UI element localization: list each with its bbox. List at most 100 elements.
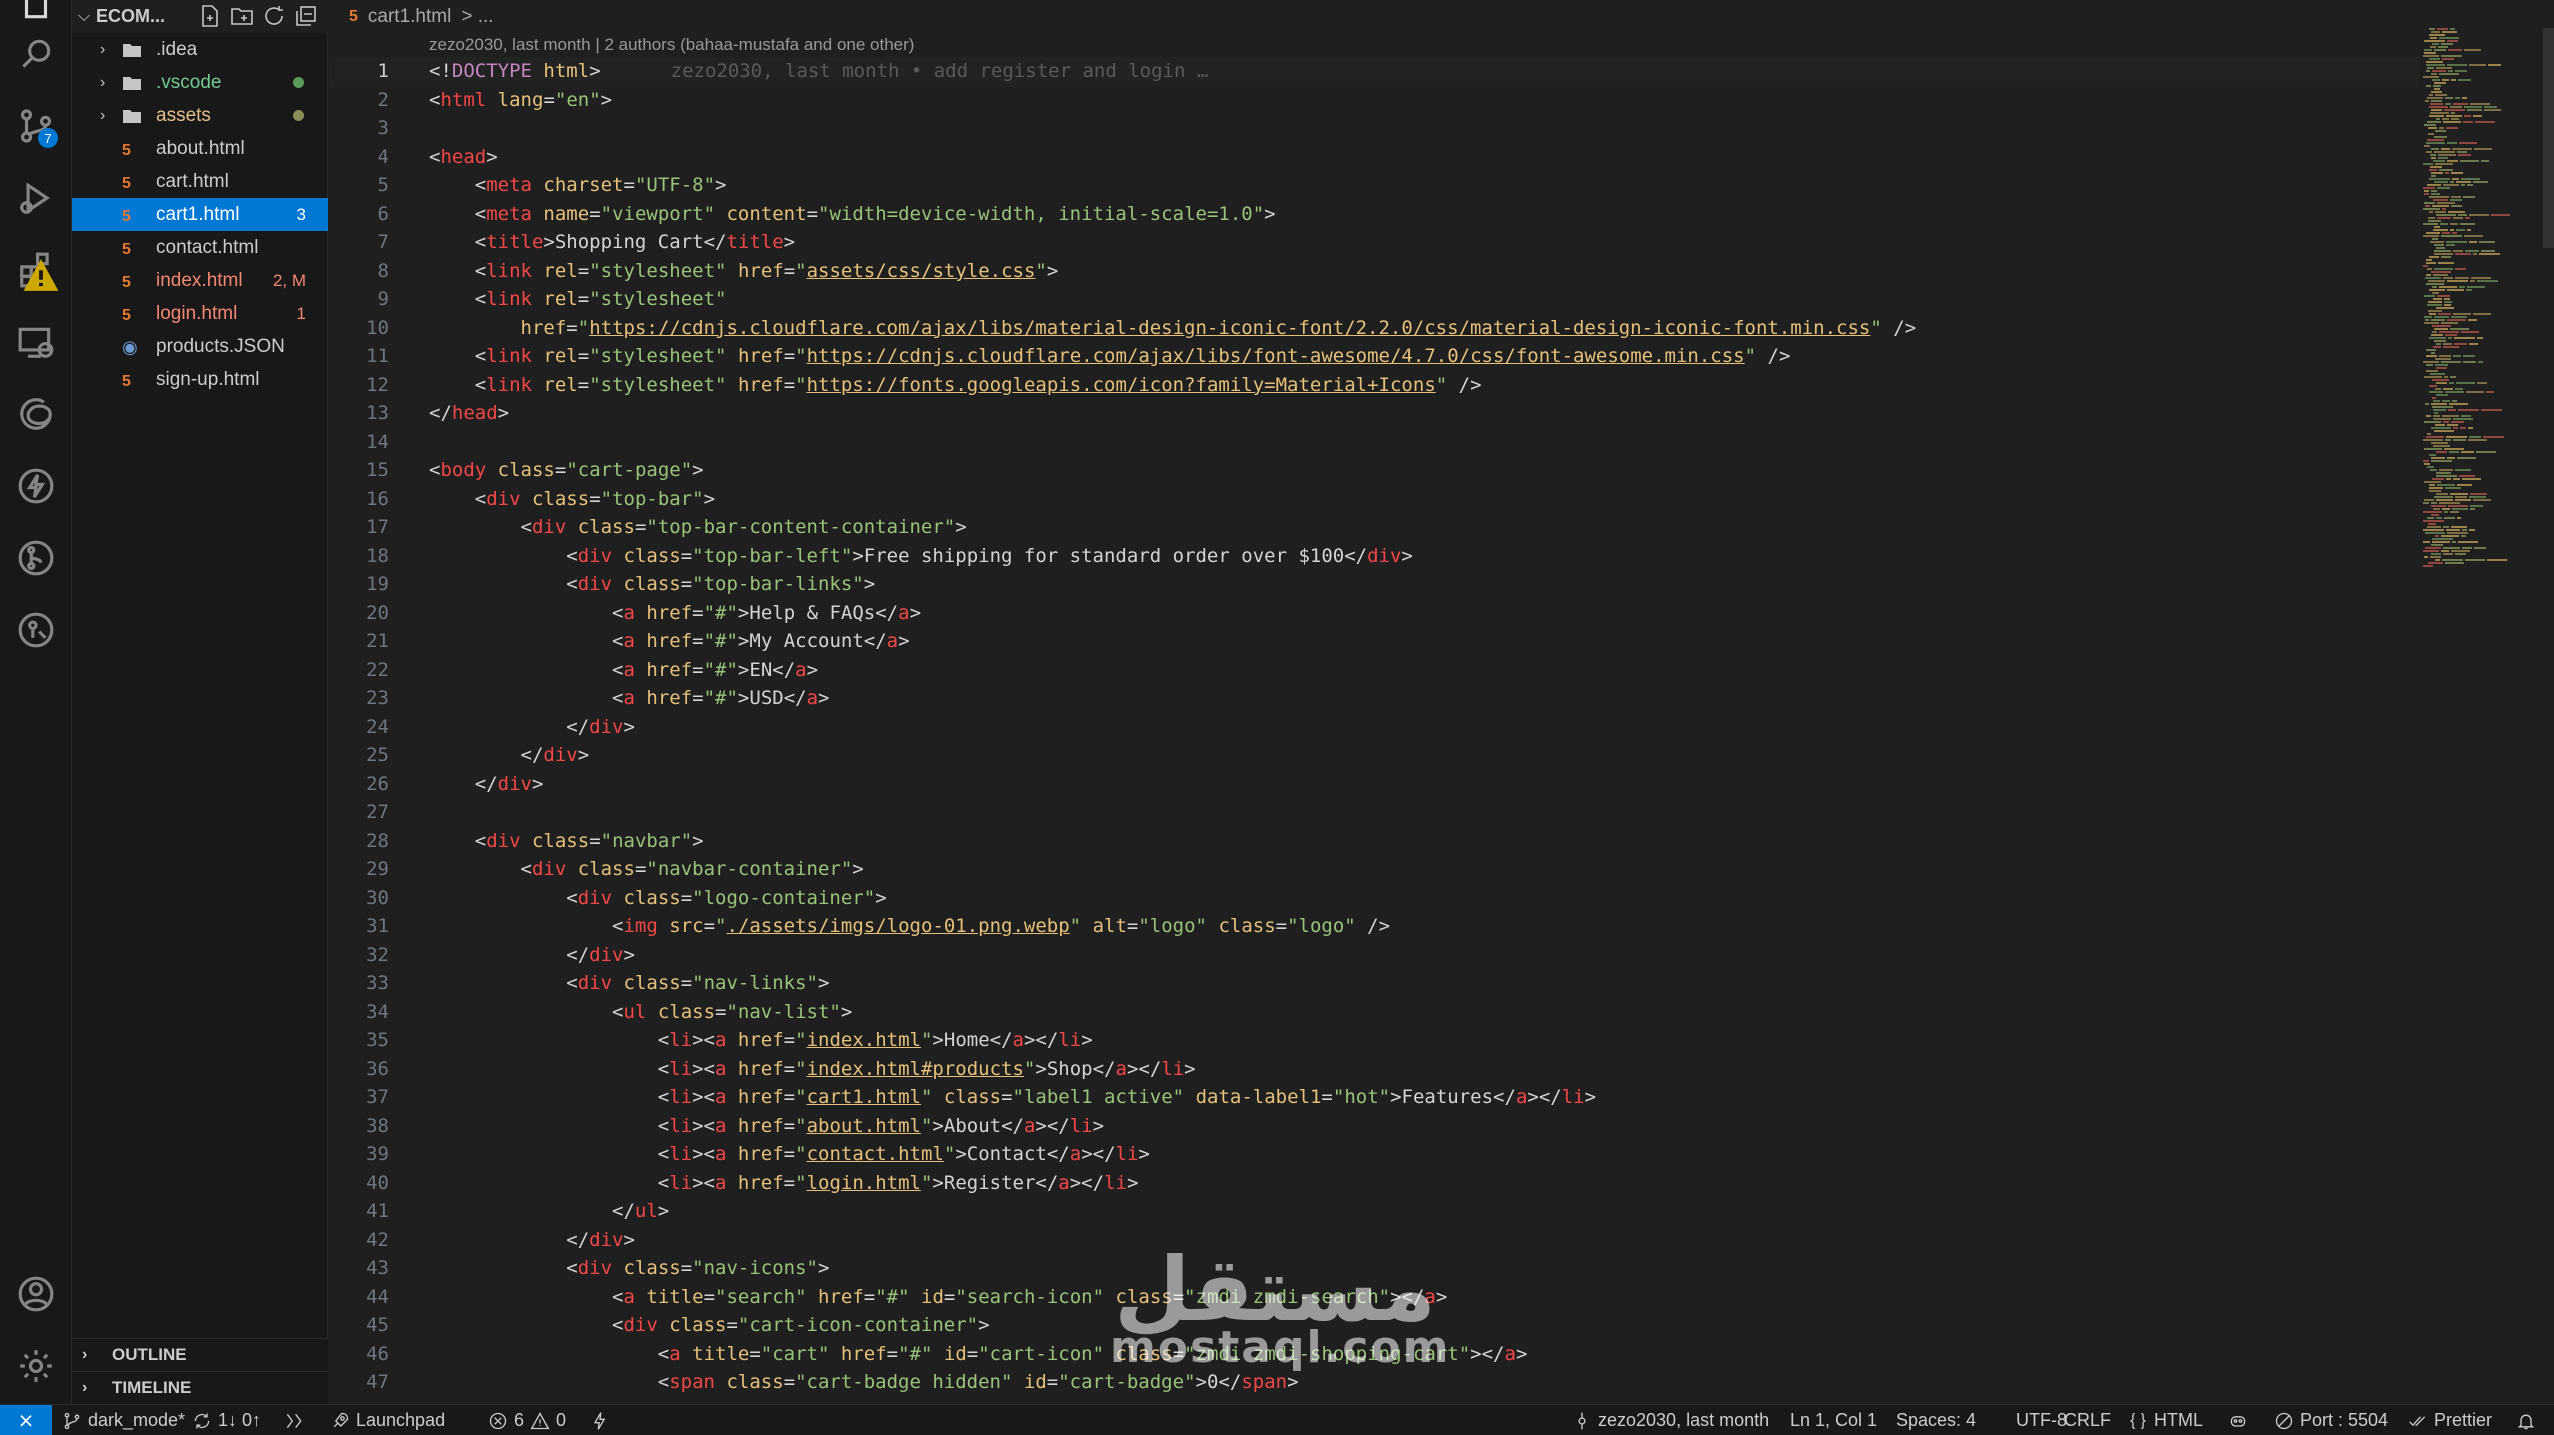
code-line[interactable]: 32 </div>	[329, 941, 2419, 970]
code-line[interactable]: 5 <meta charset="UTF-8">	[329, 171, 2419, 200]
code-line[interactable]: 7 <title>Shopping Cart</title>	[329, 228, 2419, 257]
copilot-item[interactable]	[2228, 1405, 2248, 1435]
new-folder-icon[interactable]	[230, 4, 254, 28]
code-line[interactable]: 30 <div class="logo-container">	[329, 884, 2419, 913]
outline-section[interactable]: › OUTLINE	[72, 1338, 328, 1371]
code-line[interactable]: 35 <li><a href="index.html">Home</a></li…	[329, 1026, 2419, 1055]
tree-item-idea[interactable]: › .idea	[72, 33, 328, 66]
code-line[interactable]: 39 <li><a href="contact.html">Contact</a…	[329, 1140, 2419, 1169]
encoding[interactable]: UTF-8	[2016, 1405, 2067, 1435]
code-line[interactable]: 38 <li><a href="about.html">About</a></l…	[329, 1112, 2419, 1141]
code-line[interactable]: 43 <div class="nav-icons">	[329, 1254, 2419, 1283]
code-line[interactable]: 29 <div class="navbar-container">	[329, 855, 2419, 884]
remote-indicator-icon[interactable]: ⨯	[0, 1405, 52, 1435]
refresh-icon[interactable]	[262, 4, 286, 28]
code-line[interactable]: 19 <div class="top-bar-links">	[329, 570, 2419, 599]
code-line[interactable]: 31 <img src="./assets/imgs/logo-01.png.w…	[329, 912, 2419, 941]
code-line[interactable]: 23 <a href="#">USD</a>	[329, 684, 2419, 713]
source-control-icon[interactable]: 7	[14, 104, 58, 148]
edge-icon[interactable]	[14, 392, 58, 436]
code-line[interactable]: 26 </div>	[329, 770, 2419, 799]
new-file-icon[interactable]	[198, 4, 222, 28]
prettier-item[interactable]: Prettier	[2408, 1405, 2492, 1435]
minimap[interactable]	[2419, 28, 2549, 588]
code-line[interactable]: 24 </div>	[329, 713, 2419, 742]
code-line[interactable]: 1 <!DOCTYPE html> zezo2030, last month • a…	[329, 57, 2419, 86]
code-line[interactable]: 33 <div class="nav-links">	[329, 969, 2419, 998]
code-line[interactable]: 6 <meta name="viewport" content="width=d…	[329, 200, 2419, 229]
code-line[interactable]: 47 <span class="cart-badge hidden" id="c…	[329, 1368, 2419, 1397]
code-line[interactable]: 40 <li><a href="login.html">Register</a>…	[329, 1169, 2419, 1198]
code-line[interactable]: 13 </head>	[329, 399, 2419, 428]
code-line[interactable]: 16 <div class="top-bar">	[329, 485, 2419, 514]
code-line[interactable]: 42 </div>	[329, 1226, 2419, 1255]
tree-item-login-html[interactable]: 5 login.html 1	[72, 297, 328, 330]
tree-item-about-html[interactable]: 5 about.html	[72, 132, 328, 165]
collapse-all-icon[interactable]	[294, 4, 318, 28]
breadcrumb-file[interactable]: cart1.html	[368, 6, 451, 28]
tree-item-products-json[interactable]: ◉ products.JSON	[72, 330, 328, 363]
code-line[interactable]: 36 <li><a href="index.html#products">Sho…	[329, 1055, 2419, 1084]
code-line[interactable]: 12 <link rel="stylesheet" href="https://…	[329, 371, 2419, 400]
search-icon[interactable]	[14, 32, 58, 76]
code-line[interactable]: 3	[329, 114, 2419, 143]
problems-item[interactable]: 6 0	[488, 1405, 566, 1435]
cursor-position[interactable]: Ln 1, Col 1	[1790, 1405, 1877, 1435]
code-line[interactable]: 2 <html lang="en">	[329, 86, 2419, 115]
remote-explorer-icon[interactable]	[14, 320, 58, 364]
launchpad-item[interactable]: Launchpad	[330, 1405, 445, 1435]
code-line[interactable]: 14	[329, 428, 2419, 457]
code-line[interactable]: 22 <a href="#">EN</a>	[329, 656, 2419, 685]
breadcrumb[interactable]: 5 cart1.html > ...	[349, 0, 494, 33]
code-line[interactable]: 4 <head>	[329, 143, 2419, 172]
branch-item[interactable]: dark_mode*	[62, 1405, 185, 1435]
code-line[interactable]: 41 </ul>	[329, 1197, 2419, 1226]
code-line[interactable]: 8 <link rel="stylesheet" href="assets/cs…	[329, 257, 2419, 286]
code-line[interactable]: 21 <a href="#">My Account</a>	[329, 627, 2419, 656]
code-line[interactable]: 27	[329, 798, 2419, 827]
sync-item[interactable]: 1↓ 0↑	[192, 1405, 261, 1435]
tree-item-cart1-html[interactable]: 5 cart1.html 3	[72, 198, 328, 231]
code-line[interactable]: 10 href="https://cdnjs.cloudflare.com/aj…	[329, 314, 2419, 343]
scrollbar[interactable]	[2543, 28, 2554, 248]
lightning-item[interactable]	[590, 1405, 610, 1435]
code-line[interactable]: 46 <a title="cart" href="#" id="cart-ico…	[329, 1340, 2419, 1369]
breadcrumb-rest[interactable]: > ...	[461, 6, 493, 28]
tree-item-sign-up-html[interactable]: 5 sign-up.html	[72, 363, 328, 396]
blame-status-item[interactable]: zezo2030, last month	[1572, 1405, 1769, 1435]
code-line[interactable]: 25 </div>	[329, 741, 2419, 770]
extensions-icon[interactable]	[14, 248, 59, 292]
code-line[interactable]: 11 <link rel="stylesheet" href="https://…	[329, 342, 2419, 371]
tree-item-assets[interactable]: › assets	[72, 99, 328, 132]
account-icon[interactable]	[14, 1272, 58, 1316]
code-line[interactable]: 34 <ul class="nav-list">	[329, 998, 2419, 1027]
code-line[interactable]: 17 <div class="top-bar-content-container…	[329, 513, 2419, 542]
gitlens-icon[interactable]	[14, 536, 58, 580]
explorer-icon[interactable]	[14, 0, 58, 26]
notifications-item[interactable]	[2516, 1405, 2536, 1435]
tree-item-cart-html[interactable]: 5 cart.html	[72, 165, 328, 198]
code-line[interactable]: 18 <div class="top-bar-left">Free shippi…	[329, 542, 2419, 571]
code-editor[interactable]: 1 <!DOCTYPE html> zezo2030, last month • a…	[329, 57, 2419, 1404]
thunder-icon[interactable]	[14, 464, 58, 508]
blame-codelens[interactable]: zezo2030, last month | 2 authors (bahaa-…	[429, 33, 914, 57]
timeline-section[interactable]: › TIMELINE	[72, 1371, 328, 1404]
tree-item-contact-html[interactable]: 5 contact.html	[72, 231, 328, 264]
indentation[interactable]: Spaces: 4	[1896, 1405, 1976, 1435]
settings-gear-icon[interactable]	[14, 1344, 58, 1388]
code-line[interactable]: 45 <div class="cart-icon-container">	[329, 1311, 2419, 1340]
explorer-header[interactable]: ⌵ ECOM...	[72, 0, 328, 33]
code-line[interactable]: 15 <body class="cart-page">	[329, 456, 2419, 485]
live-share-item[interactable]	[284, 1405, 304, 1435]
code-line[interactable]: 20 <a href="#">Help & FAQs</a>	[329, 599, 2419, 628]
code-line[interactable]: 9 <link rel="stylesheet"	[329, 285, 2419, 314]
tree-item-index-html[interactable]: 5 index.html 2, M	[72, 264, 328, 297]
language-mode[interactable]: HTML	[2128, 1405, 2203, 1435]
code-line[interactable]: 28 <div class="navbar">	[329, 827, 2419, 856]
code-line[interactable]: 37 <li><a href="cart1.html" class="label…	[329, 1083, 2419, 1112]
run-debug-icon[interactable]	[14, 176, 58, 220]
code-line[interactable]: 44 <a title="search" href="#" id="search…	[329, 1283, 2419, 1312]
end-of-line[interactable]: CRLF	[2064, 1405, 2111, 1435]
tree-item-vscode[interactable]: › .vscode	[72, 66, 328, 99]
live-server-item[interactable]: Port : 5504	[2274, 1405, 2388, 1435]
